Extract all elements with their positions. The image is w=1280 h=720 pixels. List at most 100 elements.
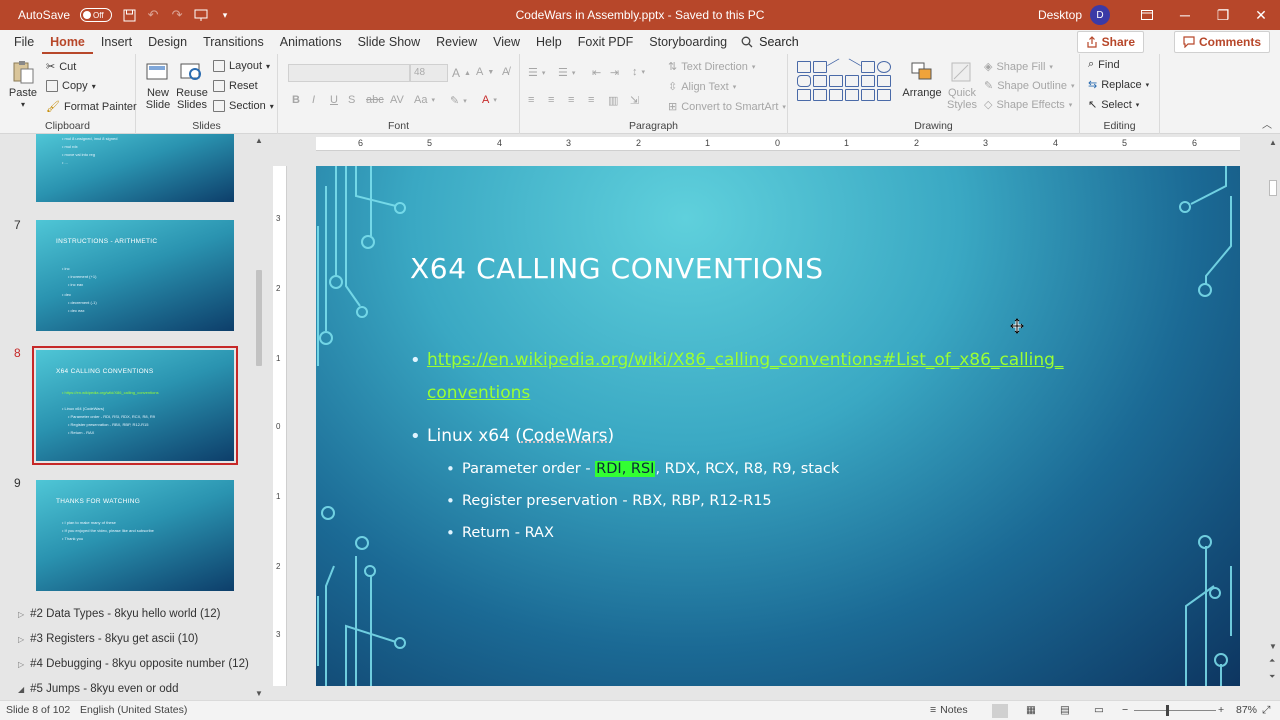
autosave-toggle[interactable]: Off xyxy=(80,8,113,22)
shape-rounded-rect-icon[interactable] xyxy=(797,75,811,87)
slide-sorter-icon[interactable]: ▦ xyxy=(1026,704,1036,716)
shape-textbox-vertical-icon[interactable] xyxy=(813,61,827,73)
notes-button[interactable]: ≡ Notes xyxy=(930,704,968,716)
section-button[interactable]: Section ▾ xyxy=(213,100,274,112)
underline-button[interactable]: U xyxy=(330,94,338,106)
tab-help[interactable]: Help xyxy=(528,30,570,54)
quick-styles-button[interactable]: Quick Styles xyxy=(944,60,980,111)
vertical-ruler[interactable]: 3 2 1 0 1 2 3 xyxy=(273,166,287,686)
shape-connector-icon[interactable] xyxy=(829,75,843,87)
zoom-out-icon[interactable]: − xyxy=(1122,704,1128,716)
search-box[interactable]: Search xyxy=(741,35,799,49)
tab-slide-show[interactable]: Slide Show xyxy=(350,30,429,54)
font-size-box[interactable]: 48 xyxy=(410,64,448,82)
slide-counter[interactable]: Slide 8 of 102 xyxy=(6,704,70,716)
fit-slide-icon[interactable]: ⤢ xyxy=(1262,704,1270,717)
shape-wave-icon[interactable] xyxy=(845,89,859,101)
present-icon[interactable] xyxy=(194,8,208,22)
line-spacing-icon[interactable]: ↕ ▾ xyxy=(632,66,645,78)
justify-icon[interactable]: ≡ xyxy=(588,94,594,106)
change-case-icon[interactable]: Aa ▾ xyxy=(414,94,435,106)
align-left-icon[interactable]: ≡ xyxy=(528,94,534,106)
clear-formatting-icon[interactable]: A̸ xyxy=(502,66,509,78)
slide-scrollbar[interactable]: ▲ ▼ ⏶ ⏷ xyxy=(1266,134,1280,700)
shape-outline-button[interactable]: ✎ Shape Outline ▾ xyxy=(984,79,1074,93)
align-center-icon[interactable]: ≡ xyxy=(548,94,554,106)
tab-design[interactable]: Design xyxy=(140,30,195,54)
shadow-button[interactable]: S xyxy=(348,94,355,106)
layout-button[interactable]: Layout ▾ xyxy=(213,60,270,72)
slide-thumbnail[interactable]: • mul 8 unsigned, imul 8 signed • mul rd… xyxy=(36,134,234,202)
tab-view[interactable]: View xyxy=(485,30,528,54)
char-spacing-icon[interactable]: AV xyxy=(390,94,404,106)
convert-smartart-button[interactable]: ⊞ Convert to SmartArt ▾ xyxy=(668,100,786,114)
shapes-gallery[interactable] xyxy=(796,58,896,102)
zoom-in-icon[interactable]: + xyxy=(1218,704,1224,716)
reset-button[interactable]: Reset xyxy=(213,80,258,92)
slide-thumbnail-selected[interactable]: X64 CALLING CONVENTIONS • https://en.wik… xyxy=(32,346,238,465)
section-header[interactable]: ▷ #4 Debugging - 8kyu opposite number (12… xyxy=(18,658,249,670)
select-button[interactable]: ↖ Select ▾ xyxy=(1088,98,1139,112)
italic-button[interactable]: I xyxy=(312,94,315,106)
shape-arrow-down-icon[interactable] xyxy=(877,75,891,87)
restore-button[interactable]: ❐ xyxy=(1204,0,1242,30)
shape-arrow-icon[interactable] xyxy=(842,58,862,76)
shape-curve-icon[interactable] xyxy=(829,89,843,101)
slide-thumbnail[interactable]: THANKS FOR WATCHING • I plan to make man… xyxy=(36,480,234,591)
shape-rect-icon[interactable] xyxy=(861,61,875,73)
shape-textbox-icon[interactable] xyxy=(797,61,811,73)
shape-star-icon[interactable] xyxy=(813,89,827,101)
horizontal-ruler[interactable]: 6 5 4 3 2 1 0 1 2 3 4 5 6 xyxy=(316,137,1240,151)
scrollbar-thumb[interactable] xyxy=(256,270,262,366)
reuse-slides-button[interactable]: Reuse Slides xyxy=(176,60,208,111)
columns-icon[interactable]: ▥ xyxy=(608,94,618,107)
bullets-icon[interactable]: ☰ ▾ xyxy=(528,66,545,79)
tab-review[interactable]: Review xyxy=(428,30,485,54)
customize-toolbar-icon[interactable]: ▾ xyxy=(218,8,232,22)
normal-view-icon[interactable] xyxy=(992,704,1008,718)
next-slide-icon[interactable]: ⏷ xyxy=(1269,672,1275,682)
thumbnail-scrollbar[interactable]: ▲ ▼ xyxy=(254,134,264,700)
decrease-font-button[interactable]: A ▼ xyxy=(476,66,494,78)
close-button[interactable]: ✕ xyxy=(1242,0,1280,30)
slideshow-view-icon[interactable]: ▭ xyxy=(1094,704,1104,716)
slide-title[interactable]: X64 CALLING CONVENTIONS xyxy=(410,252,824,285)
shape-pentagon-icon[interactable] xyxy=(797,89,811,101)
previous-slide-icon[interactable]: ⏶ xyxy=(1269,656,1275,666)
numbering-icon[interactable]: ☰ ▾ xyxy=(558,66,575,79)
section-header[interactable]: ◢ #5 Jumps - 8kyu even or odd xyxy=(18,683,178,695)
align-text-button[interactable]: ⇳ Align Text ▾ xyxy=(668,80,736,94)
section-header[interactable]: ▷ #3 Registers - 8kyu get ascii (10) xyxy=(18,633,198,645)
shape-oval-icon[interactable] xyxy=(877,61,891,73)
paragraph-settings-icon[interactable]: ⇲ xyxy=(630,94,639,107)
align-right-icon[interactable]: ≡ xyxy=(568,94,574,106)
shape-elbow-icon[interactable] xyxy=(845,75,859,87)
zoom-slider[interactable] xyxy=(1134,710,1216,711)
decrease-indent-icon[interactable]: ⇤ xyxy=(592,66,601,79)
increase-indent-icon[interactable]: ⇥ xyxy=(610,66,619,79)
shape-fill-button[interactable]: ◈ Shape Fill ▾ xyxy=(984,60,1053,74)
shape-effects-button[interactable]: ◇ Shape Effects ▾ xyxy=(984,98,1072,112)
format-painter-button[interactable]: 🖌 Format Painter xyxy=(46,100,137,114)
ribbon-display-icon[interactable] xyxy=(1128,0,1166,30)
zoom-slider-thumb[interactable] xyxy=(1166,705,1169,716)
bold-button[interactable]: B xyxy=(292,94,300,106)
scroll-down-icon[interactable]: ▼ xyxy=(1269,642,1277,651)
tab-animations[interactable]: Animations xyxy=(272,30,350,54)
new-slide-button[interactable]: New Slide xyxy=(142,60,174,111)
collapse-ribbon-icon[interactable]: ︿ xyxy=(1262,116,1272,131)
wikipedia-link[interactable]: https://en.wikipedia.org/wiki/X86_callin… xyxy=(427,350,1063,403)
shape-star-five-icon[interactable] xyxy=(877,89,891,101)
shape-brace-icon[interactable] xyxy=(861,89,875,101)
text-direction-button[interactable]: ⇅ Text Direction ▾ xyxy=(668,60,755,74)
increase-font-button[interactable]: A ▲ xyxy=(452,66,471,80)
scroll-down-icon[interactable]: ▼ xyxy=(255,689,263,698)
strikethrough-button[interactable]: abc xyxy=(366,94,384,106)
slide-canvas[interactable]: X64 CALLING CONVENTIONS https://en.wikip… xyxy=(316,166,1240,686)
highlight-icon[interactable]: ✎ ▾ xyxy=(450,94,467,107)
replace-button[interactable]: ⇆ Replace ▾ xyxy=(1088,78,1149,92)
font-color-icon[interactable]: A ▾ xyxy=(482,94,497,106)
section-header[interactable]: ▷ #2 Data Types - 8kyu hello world (12) xyxy=(18,608,220,620)
find-button[interactable]: ⌕ Find xyxy=(1088,58,1120,71)
font-name-box[interactable] xyxy=(288,64,410,82)
